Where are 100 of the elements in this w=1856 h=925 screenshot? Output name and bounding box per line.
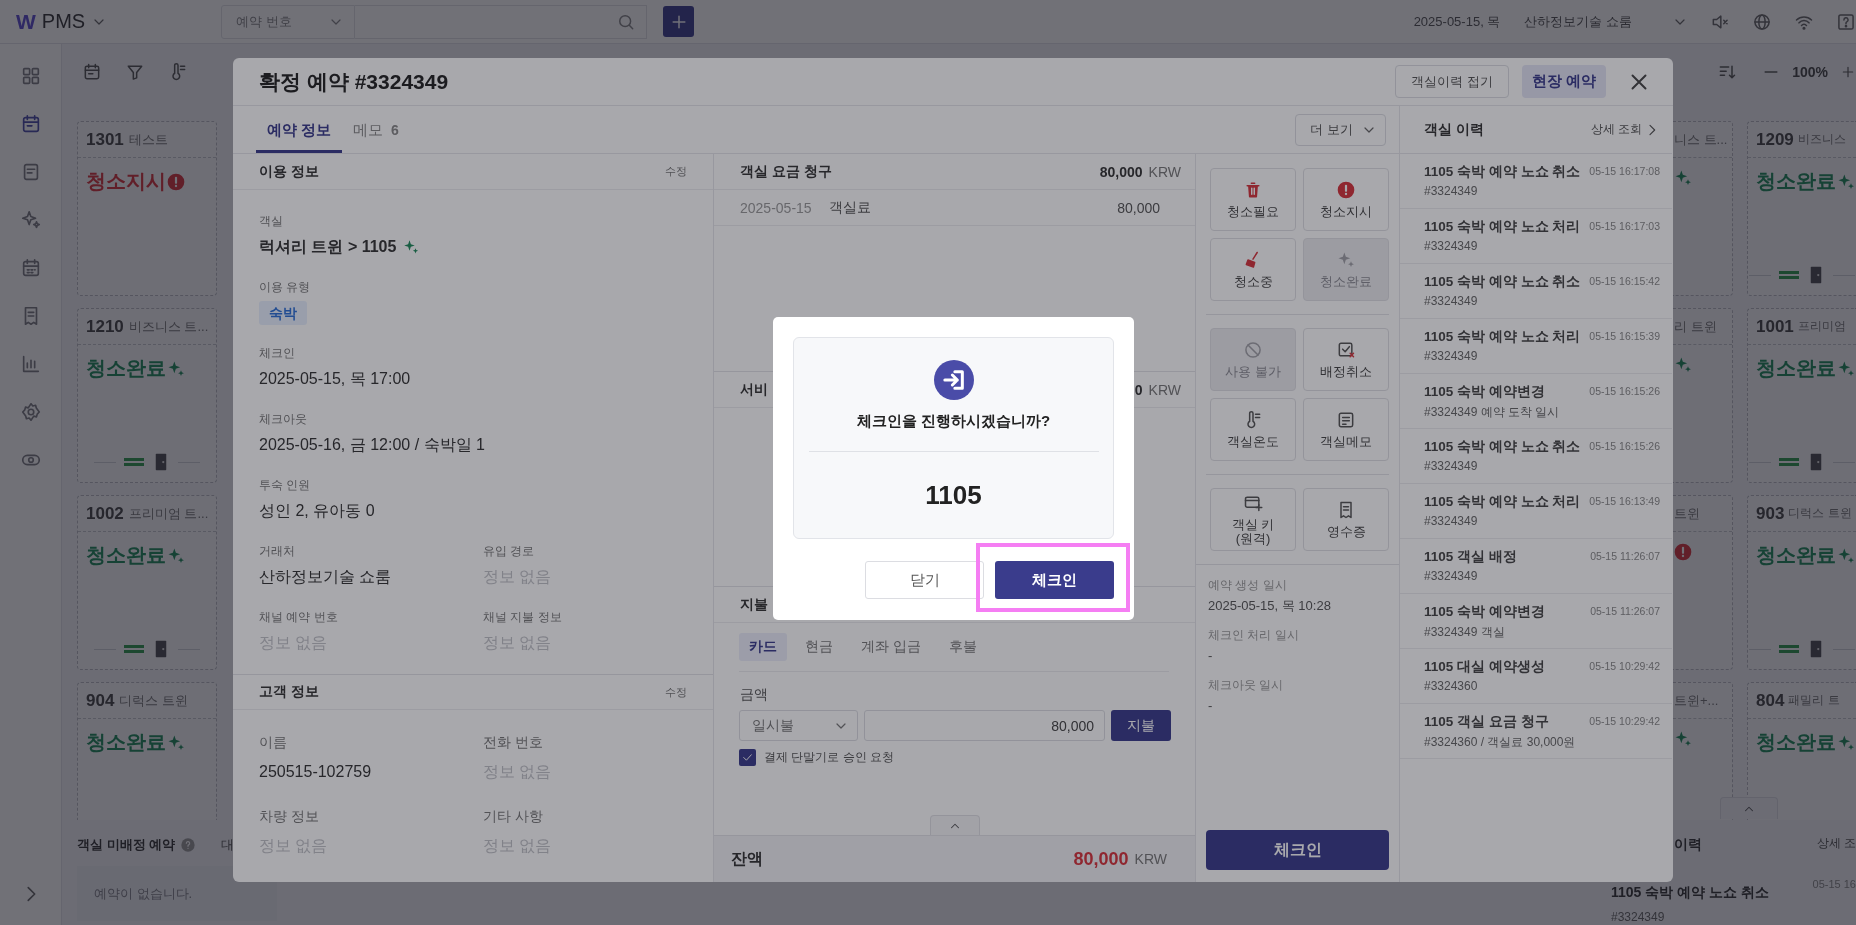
- history-title: 1105 객실 요금 청구: [1424, 713, 1549, 731]
- action-button[interactable]: 객실 키 (원격): [1210, 488, 1296, 551]
- history-title: 1105 숙박 예약 노쇼 취소: [1424, 438, 1581, 456]
- tab[interactable]: 대: [221, 836, 235, 854]
- field-value: 성인 2, 유아동 0: [259, 501, 376, 521]
- history-item[interactable]: 1105 숙박 예약변경 05-15 11:26:07 #3324349 객실: [1400, 594, 1672, 649]
- history-item[interactable]: 1105 숙박 예약 노쇼 취소 05-15 16:17:08 #3324349: [1400, 154, 1672, 209]
- checkbox[interactable]: [739, 749, 756, 766]
- action-button[interactable]: 청소중: [1210, 238, 1296, 301]
- room-status: 청소완료: [86, 543, 166, 568]
- header-button[interactable]: 객실이력 접기: [1395, 65, 1509, 98]
- room-number: 903: [1756, 503, 1785, 524]
- action-button[interactable]: 객실메모: [1303, 398, 1389, 461]
- history-item[interactable]: 1105 숙박 예약 노쇼 취소 05-15 16:15:26 #3324349: [1400, 429, 1672, 484]
- detail-link[interactable]: 상세 조회: [1590, 121, 1660, 138]
- checkbox-label: 결제 단말기로 승인 요청: [764, 749, 894, 766]
- field-label: 거래처: [259, 543, 296, 560]
- tab[interactable]: 메모 6: [347, 106, 405, 153]
- checkin-button[interactable]: 체크인: [1206, 830, 1389, 870]
- room-number: 1105: [925, 480, 982, 511]
- section-title: 객실 이력: [1424, 120, 1484, 139]
- amount: 80,000: [1099, 163, 1143, 180]
- zoom-level: 100%: [1792, 64, 1828, 80]
- room-status: 청소완료: [86, 356, 166, 381]
- plus-icon[interactable]: [1840, 64, 1856, 80]
- field-label: 투숙 인원: [259, 477, 312, 494]
- globe-icon[interactable]: [1752, 11, 1772, 32]
- history-item[interactable]: 1105 대실 예약생성 05-15 10:29:42 #3324360: [1400, 649, 1672, 704]
- history-item[interactable]: 1105 숙박 예약변경 05-15 16:15:26 #3324349 예약 도착 일시: [1400, 374, 1672, 429]
- filter-icon[interactable]: [125, 62, 145, 82]
- settings-icon[interactable]: [19, 401, 42, 423]
- action-button[interactable]: 배정취소: [1303, 328, 1389, 391]
- more-button[interactable]: 더 보기: [1295, 113, 1386, 146]
- field-value: 2025-05-16, 금 12:00 / 숙박일 1: [259, 435, 486, 455]
- history-reference: #3324349: [1424, 184, 1479, 198]
- charge-date: 2025-05-15: [740, 199, 813, 216]
- field-label: 채널 지불 정보: [483, 609, 563, 626]
- room-status: 청소완료: [1756, 169, 1836, 194]
- help-icon[interactable]: [180, 837, 197, 853]
- room-number: 1210: [86, 316, 124, 337]
- balance-amount: 80,000: [1073, 848, 1129, 870]
- field-label: 이용 유형: [259, 279, 312, 296]
- field-label: 채널 예약 번호: [259, 609, 339, 626]
- history-time: 05-15 16:13:49: [1589, 494, 1660, 507]
- history-reference: #3324349: [1424, 459, 1479, 473]
- section-title: 객실 미배정 예약: [77, 836, 176, 854]
- history-title: 1105 숙박 예약 노쇼 처리: [1424, 218, 1581, 236]
- action-button[interactable]: 청소필요: [1210, 168, 1296, 231]
- logo: W: [16, 9, 36, 34]
- tab[interactable]: 예약 정보: [256, 106, 342, 153]
- alert-icon: [1336, 179, 1356, 200]
- add-button[interactable]: [663, 6, 694, 37]
- amount: 0: [1134, 381, 1143, 398]
- section-title: 객실 요금 청구: [740, 162, 832, 181]
- collapse-button[interactable]: [930, 815, 980, 835]
- history-item[interactable]: 1105 객실 배정 05-15 11:26:07 #3324349: [1400, 539, 1672, 594]
- history-item[interactable]: 1105 숙박 예약 노쇼 처리 05-15 16:17:03 #3324349: [1400, 209, 1672, 264]
- field-label: 전화 번호: [483, 733, 544, 752]
- pay-button[interactable]: 지불: [1111, 710, 1171, 741]
- history-reference: #3324349: [1424, 294, 1479, 308]
- sparkle-icon[interactable]: [19, 209, 42, 231]
- section-title: 고객 정보: [259, 683, 319, 701]
- payment-method-tab[interactable]: 계좌 입금: [851, 633, 931, 661]
- detail-link[interactable]: 상세 조: [1816, 835, 1856, 852]
- currency: KRW: [1148, 381, 1181, 398]
- enter-icon: [933, 360, 974, 400]
- history-item[interactable]: 1105 객실 요금 청구 05-15 10:29:42 #3324360 / 객실료 30,000원: [1400, 704, 1672, 759]
- header-button[interactable]: 현장 예약: [1521, 65, 1606, 98]
- action-button[interactable]: 영수증: [1303, 488, 1389, 551]
- field-value: 산하정보기술 쇼룸: [259, 567, 393, 587]
- calendar-icon[interactable]: [82, 62, 102, 82]
- dialog-title: 확정 예약 #3324349: [259, 68, 449, 95]
- installment-dropdown[interactable]: 일시불: [739, 710, 858, 741]
- field-label: 이름: [259, 733, 288, 752]
- info-label: 예약 생성 일시: [1208, 577, 1288, 593]
- info-label: 체크아웃 일시: [1208, 677, 1285, 693]
- payment-method-tab[interactable]: 후불: [938, 633, 987, 661]
- amount-field[interactable]: 80,000: [863, 710, 1106, 741]
- history-item[interactable]: 1105 숙박 예약 노쇼 취소 05-15 16:15:42 #3324349: [1400, 264, 1672, 319]
- field-value: 럭셔리 트윈 > 1105: [259, 237, 397, 257]
- history-item[interactable]: 1105 숙박 예약 노쇼 처리 05-15 16:13:49 #3324349: [1400, 484, 1672, 539]
- edit-button[interactable]: 수정: [665, 684, 687, 700]
- history-reference: #3324349: [1424, 239, 1479, 253]
- confirm-message: 체크인을 진행하시겠습니까?: [856, 412, 1051, 431]
- history-reference: #3324349: [1424, 514, 1479, 528]
- property-dropdown[interactable]: 산하정보기술 쇼룸: [1524, 12, 1688, 31]
- sparkle-icon: [402, 238, 421, 256]
- history-reference: #3324349: [1424, 349, 1479, 363]
- room-status: 청소완료: [1756, 543, 1836, 568]
- history-item[interactable]: 1105 숙박 예약 노쇼 처리 05-15 16:15:39 #3324349: [1400, 319, 1672, 374]
- help-icon[interactable]: [1836, 11, 1856, 32]
- action-button[interactable]: 객실온도: [1210, 398, 1296, 461]
- history-reference: #3324349 객실: [1424, 624, 1506, 641]
- payment-method-tab[interactable]: 카드: [739, 633, 787, 661]
- history-title: 1105 숙박 예약변경: [1424, 383, 1545, 401]
- action-button[interactable]: 청소지시: [1303, 168, 1389, 231]
- confirm-button[interactable]: 체크인: [995, 561, 1114, 599]
- edit-button[interactable]: 수정: [665, 164, 687, 179]
- payment-method-tab[interactable]: 현금: [795, 633, 843, 661]
- search-field[interactable]: [355, 4, 647, 39]
